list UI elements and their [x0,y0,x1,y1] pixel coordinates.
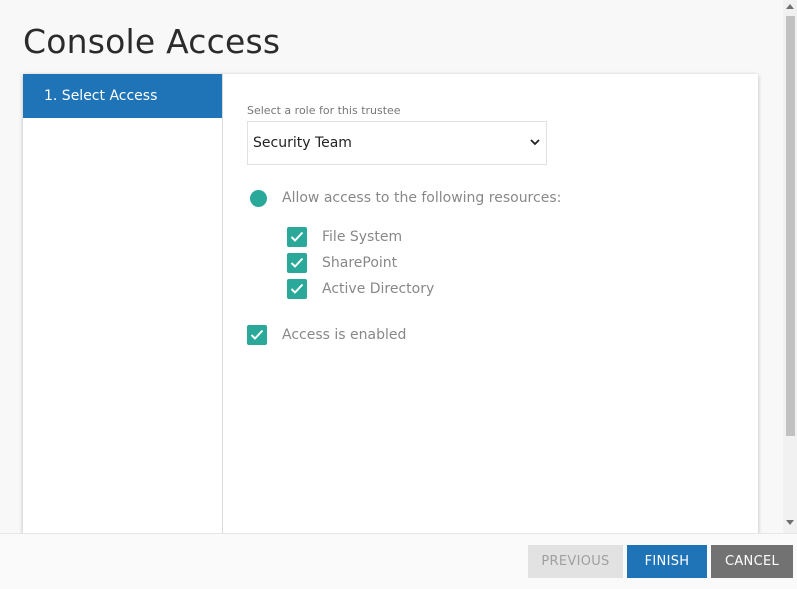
cancel-button[interactable]: CANCEL [711,545,793,578]
check-icon [290,257,304,268]
access-enabled-checkbox[interactable] [247,325,267,345]
file-system-checkbox[interactable] [287,227,307,247]
wizard-step-select-access[interactable]: 1. Select Access [23,74,222,118]
wizard-footer: PREVIOUS FINISH CANCEL [0,533,797,589]
scroll-down-arrow-icon[interactable] [786,520,794,525]
wizard-panel: 1. Select Access Select a role for this … [23,74,758,544]
active-directory-checkbox[interactable] [287,279,307,299]
finish-button[interactable]: FINISH [627,545,707,578]
check-icon [290,231,304,242]
sharepoint-checkbox[interactable] [287,253,307,273]
allow-access-label: Allow access to the following resources: [282,190,562,206]
wizard-sidebar: 1. Select Access [23,74,223,544]
page-title: Console Access [23,22,281,61]
wizard-content: Select a role for this trustee Security … [223,74,758,544]
scroll-up-arrow-icon[interactable] [786,4,794,9]
file-system-label: File System [322,229,403,245]
check-icon [290,283,304,294]
scroll-thumb[interactable] [786,16,795,436]
check-icon [250,329,264,340]
role-select-label: Select a role for this trustee [247,104,401,117]
active-directory-label: Active Directory [322,281,435,297]
sharepoint-label: SharePoint [322,255,398,271]
previous-button[interactable]: PREVIOUS [528,545,623,578]
allow-access-radio[interactable] [250,190,267,207]
chevron-down-icon [530,139,540,146]
access-enabled-label: Access is enabled [282,327,407,343]
role-select-value: Security Team [253,135,352,151]
role-select[interactable]: Security Team [247,121,547,165]
page-scrollbar[interactable] [783,0,797,533]
